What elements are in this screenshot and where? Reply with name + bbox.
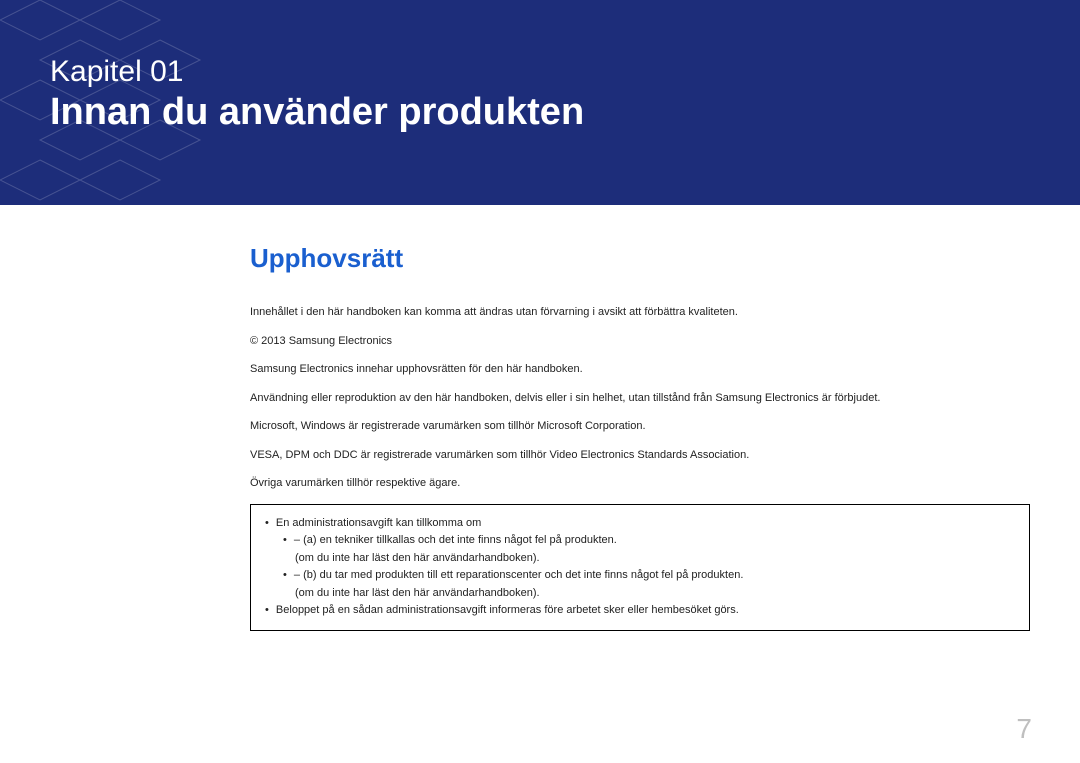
- paragraph: Användning eller reproduktion av den här…: [250, 390, 1030, 407]
- notice-intro: En administrationsavgift kan tillkomma o…: [265, 515, 1015, 533]
- chapter-title: Innan du använder produkten: [50, 91, 584, 134]
- chapter-banner: Kapitel 01 Innan du använder produkten: [0, 0, 1080, 205]
- paragraph: Innehållet i den här handboken kan komma…: [250, 304, 1030, 321]
- paragraph: © 2013 Samsung Electronics: [250, 333, 1030, 350]
- paragraph: VESA, DPM och DDC är registrerade varumä…: [250, 447, 1030, 464]
- notice-box: En administrationsavgift kan tillkomma o…: [250, 504, 1030, 632]
- notice-item: ‒ (a) en tekniker tillkallas och det int…: [283, 532, 1015, 567]
- paragraph: Övriga varumärken tillhör respektive äga…: [250, 475, 1030, 492]
- notice-item: ‒ (b) du tar med produkten till ett repa…: [283, 567, 1015, 602]
- page-content: Upphovsrätt Innehållet i den här handbok…: [0, 205, 1080, 631]
- paragraph: Samsung Electronics innehar upphovsrätte…: [250, 361, 1030, 378]
- paragraph: Microsoft, Windows är registrerade varum…: [250, 418, 1030, 435]
- notice-footer: Beloppet på en sådan administrationsavgi…: [265, 602, 1015, 620]
- chapter-label: Kapitel 01: [50, 55, 584, 89]
- page-number: 7: [1016, 713, 1032, 745]
- section-heading: Upphovsrätt: [250, 243, 1030, 274]
